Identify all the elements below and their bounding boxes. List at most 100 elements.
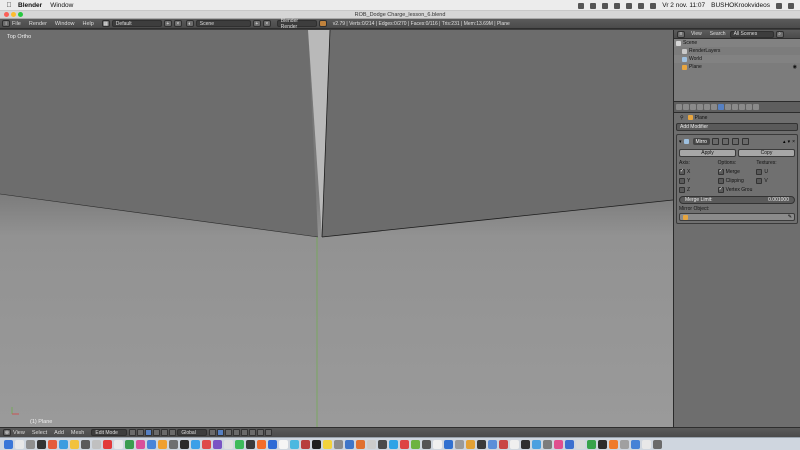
edge-select-icon[interactable] <box>217 429 225 436</box>
pivot-icon[interactable] <box>137 429 145 436</box>
face-select-icon[interactable] <box>225 429 233 436</box>
dock-app-icon[interactable] <box>400 439 409 449</box>
snap-icon[interactable] <box>249 429 257 436</box>
rotate-icon[interactable] <box>161 429 169 436</box>
dock-app-icon[interactable] <box>532 439 541 449</box>
close-icon[interactable] <box>4 12 9 17</box>
scene-select[interactable]: Scene <box>195 20 251 27</box>
vertex-groups-checkbox[interactable]: ✓ Vertex Grou <box>717 185 757 194</box>
flag-icon[interactable] <box>638 2 645 9</box>
show-render-icon[interactable] <box>711 138 719 145</box>
merge-limit-slider[interactable]: Merge Limit: 0.001000 <box>679 196 795 204</box>
dock-app-icon[interactable] <box>653 439 662 449</box>
time-machine-icon[interactable] <box>590 2 597 9</box>
dock-app-icon[interactable] <box>587 439 596 449</box>
outliner-view-menu[interactable]: View <box>691 31 702 37</box>
tab-layers-icon[interactable] <box>683 104 689 110</box>
dock-app-icon[interactable] <box>631 439 640 449</box>
dock-app-icon[interactable] <box>345 439 354 449</box>
minimize-icon[interactable] <box>11 12 16 17</box>
dock-app-icon[interactable] <box>356 439 365 449</box>
battery-icon[interactable] <box>650 2 657 9</box>
dock-app-icon[interactable] <box>213 439 222 449</box>
viewport-canvas[interactable] <box>0 30 673 427</box>
texture-u-checkbox[interactable]: U <box>756 167 795 176</box>
dock-app-icon[interactable] <box>92 439 101 449</box>
dock-app-icon[interactable] <box>125 439 134 449</box>
remove-modifier-icon[interactable]: × <box>792 139 795 145</box>
dock-app-icon[interactable] <box>257 439 266 449</box>
dock-app-icon[interactable] <box>488 439 497 449</box>
dock-app-icon[interactable] <box>48 439 57 449</box>
outliner-row-world[interactable]: World <box>674 55 800 63</box>
merge-checkbox[interactable]: ✓ Merge <box>717 167 757 176</box>
dock-app-icon[interactable] <box>378 439 387 449</box>
menu-help[interactable]: Help <box>82 21 93 27</box>
modifier-name-field[interactable]: Mirro <box>692 138 710 145</box>
dock-app-icon[interactable] <box>422 439 431 449</box>
volume-icon[interactable] <box>626 2 633 9</box>
dock-app-icon[interactable] <box>114 439 123 449</box>
tab-scene-icon[interactable] <box>690 104 696 110</box>
dock-app-icon[interactable] <box>191 439 200 449</box>
eyedropper-icon[interactable]: ✎ <box>788 214 792 220</box>
translate-icon[interactable] <box>153 429 161 436</box>
scale-icon[interactable] <box>169 429 177 436</box>
tab-constraints-icon[interactable] <box>711 104 717 110</box>
dock-app-icon[interactable] <box>389 439 398 449</box>
outliner-search-menu[interactable]: Search <box>710 31 726 37</box>
pin-icon[interactable]: ⚲ <box>680 115 684 121</box>
layout-icon[interactable]: ▦ <box>101 20 110 27</box>
dock-app-icon[interactable] <box>136 439 145 449</box>
manipulator-icon[interactable] <box>145 429 153 436</box>
copy-button[interactable]: Copy <box>738 149 795 157</box>
dock-app-icon[interactable] <box>477 439 486 449</box>
menu-file[interactable]: File <box>12 21 21 27</box>
dock-app-icon[interactable] <box>466 439 475 449</box>
menu-render[interactable]: Render <box>29 21 47 27</box>
dock-app-icon[interactable] <box>37 439 46 449</box>
dock-app-icon[interactable] <box>224 439 233 449</box>
dock-app-icon[interactable] <box>268 439 277 449</box>
info-editor-icon[interactable]: i <box>2 20 10 27</box>
dock-app-icon[interactable] <box>26 439 35 449</box>
tab-texture-icon[interactable] <box>739 104 745 110</box>
snap-target-icon[interactable] <box>257 429 265 436</box>
menu-window[interactable]: Window <box>55 21 75 27</box>
dock-app-icon[interactable] <box>455 439 464 449</box>
outliner-editor-icon[interactable]: ≡ <box>677 30 685 38</box>
show-viewport-icon[interactable] <box>721 138 729 145</box>
tab-modifiers-icon[interactable] <box>718 104 724 110</box>
dock-app-icon[interactable] <box>521 439 530 449</box>
tab-render-icon[interactable] <box>676 104 682 110</box>
render-layers-icon[interactable] <box>265 429 273 436</box>
move-down-icon[interactable]: ▾ <box>788 139 791 145</box>
menu-select[interactable]: Select <box>32 430 47 436</box>
zoom-icon[interactable] <box>18 12 23 17</box>
tab-world-icon[interactable] <box>697 104 703 110</box>
outliner-row-scene[interactable]: Scene <box>674 39 800 47</box>
dock-app-icon[interactable] <box>367 439 376 449</box>
dock-app-icon[interactable] <box>620 439 629 449</box>
3d-view-editor-icon[interactable]: ⊕ <box>3 429 11 436</box>
menubar-user[interactable]: BUSHOKrookvideos <box>711 2 770 9</box>
wifi-icon[interactable] <box>614 2 621 9</box>
dock-app-icon[interactable] <box>642 439 651 449</box>
axis-z-checkbox[interactable]: Z <box>679 185 718 194</box>
outliner-row-renderlayers[interactable]: RenderLayers <box>674 47 800 55</box>
menu-add[interactable]: Add <box>54 430 64 436</box>
apple-icon[interactable]:  <box>0 2 18 9</box>
scene-remove-icon[interactable]: × <box>262 20 271 27</box>
dropbox-icon[interactable] <box>578 2 585 9</box>
texture-v-checkbox[interactable]: V <box>756 176 795 185</box>
dock-app-icon[interactable] <box>499 439 508 449</box>
dock-app-icon[interactable] <box>433 439 442 449</box>
menubar-clock[interactable]: Vr 2 nov. 11:07 <box>662 2 705 9</box>
clipping-checkbox[interactable]: Clipping <box>717 176 757 185</box>
search-icon[interactable] <box>776 2 782 9</box>
limit-selection-icon[interactable] <box>233 429 241 436</box>
axis-y-checkbox[interactable]: Y <box>679 176 718 185</box>
tab-data-icon[interactable] <box>725 104 731 110</box>
3d-viewport[interactable]: Top Ortho (1) Plane <box>0 30 673 427</box>
dock-app-icon[interactable] <box>169 439 178 449</box>
